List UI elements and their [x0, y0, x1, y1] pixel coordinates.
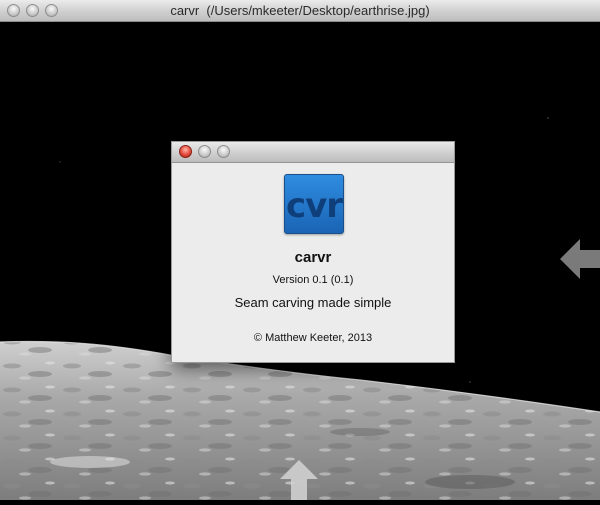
about-zoom-button	[217, 145, 230, 158]
app-name: carvr	[294, 249, 332, 266]
window-title: carvr (/Users/mkeeter/Desktop/earthrise.…	[170, 3, 430, 18]
window-title-bar[interactable]: carvr (/Users/mkeeter/Desktop/earthrise.…	[0, 0, 600, 22]
app-version: Version 0.1 (0.1)	[272, 274, 354, 286]
about-dialog: cvr carvr Version 0.1 (0.1) Seam carving…	[171, 141, 455, 363]
app-tagline: Seam carving made simple	[234, 295, 392, 310]
about-title-bar[interactable]	[172, 142, 454, 163]
app-icon: cvr	[284, 174, 344, 234]
arrow-left-icon[interactable]	[560, 238, 600, 280]
arrow-up-icon[interactable]	[280, 460, 318, 500]
app-icon-text: cvr	[285, 186, 343, 226]
about-window-controls	[179, 145, 230, 158]
about-minimize-button	[198, 145, 211, 158]
about-close-button[interactable]	[179, 145, 192, 158]
app-copyright: © Matthew Keeter, 2013	[253, 332, 373, 344]
